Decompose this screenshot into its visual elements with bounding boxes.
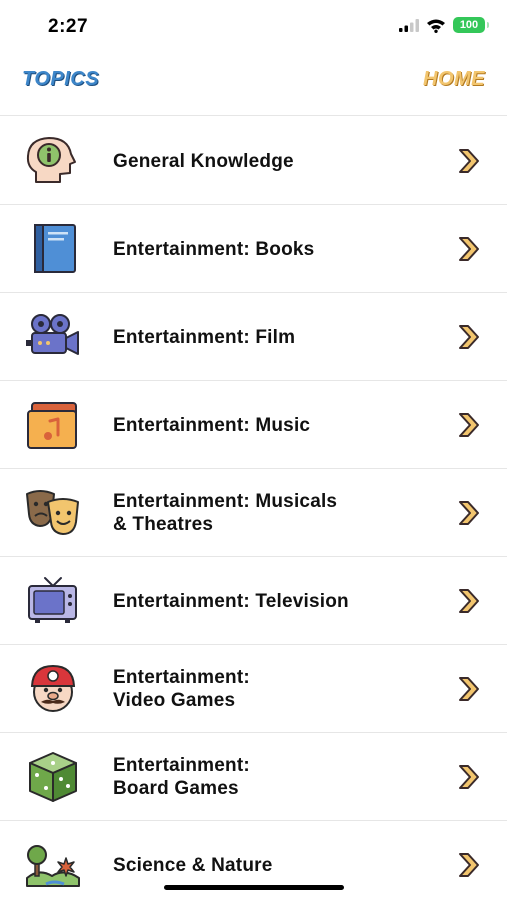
topic-row[interactable]: Entertainment: Video Games (0, 645, 507, 733)
nav-bar: TOPICS HOME (0, 54, 507, 116)
topic-row[interactable]: General Knowledge (0, 117, 507, 205)
status-time: 2:27 (48, 16, 89, 37)
battery-icon: 100 (453, 17, 489, 33)
chevron-right-icon[interactable] (457, 676, 481, 702)
topic-row[interactable]: Entertainment: Musicals & Theatres (0, 469, 507, 557)
topic-row[interactable]: Entertainment: Books (0, 205, 507, 293)
topic-label: Entertainment: Video Games (113, 667, 250, 711)
television-icon (28, 577, 77, 623)
status-icons: 100 (399, 17, 489, 33)
chevron-right-icon[interactable] (457, 412, 481, 438)
chevron-right-icon[interactable] (457, 500, 481, 526)
book-icon (34, 224, 76, 273)
chevron-right-icon[interactable] (457, 148, 481, 174)
topic-row[interactable]: Entertainment: Board Games (0, 733, 507, 821)
topic-label: Entertainment: Music (113, 414, 311, 436)
topic-list: General Knowledge Entertainment: Books E… (0, 117, 507, 900)
topic-row[interactable]: Entertainment: Film (0, 293, 507, 381)
topic-label: General Knowledge (113, 150, 294, 172)
music-folder-icon (27, 402, 77, 449)
head-info-icon (26, 137, 76, 183)
status-bar: 2:27 100 (0, 0, 507, 54)
home-button[interactable]: HOME (423, 68, 485, 91)
topic-label: Entertainment: Television (113, 590, 349, 612)
film-camera-icon (26, 314, 79, 355)
topic-row[interactable]: Entertainment: Music (0, 381, 507, 469)
mario-icon (30, 664, 76, 712)
topic-row[interactable]: Entertainment: Television (0, 557, 507, 645)
nature-icon (26, 845, 80, 887)
chevron-right-icon[interactable] (457, 852, 481, 878)
chevron-right-icon[interactable] (457, 764, 481, 790)
home-indicator[interactable] (164, 885, 344, 890)
topic-label: Entertainment: Film (113, 326, 296, 348)
dice-icon (29, 752, 77, 802)
chevron-right-icon[interactable] (457, 324, 481, 350)
topic-label: Entertainment: Musicals & Theatres (113, 491, 338, 535)
topic-label: Entertainment: Books (113, 238, 315, 260)
chevron-right-icon[interactable] (457, 236, 481, 262)
topics-title[interactable]: TOPICS (22, 68, 99, 91)
wifi-icon (427, 19, 445, 33)
signal-icon (399, 18, 419, 32)
chevron-right-icon[interactable] (457, 588, 481, 614)
topic-label: Entertainment: Board Games (113, 755, 250, 799)
theatre-masks-icon (26, 490, 79, 535)
